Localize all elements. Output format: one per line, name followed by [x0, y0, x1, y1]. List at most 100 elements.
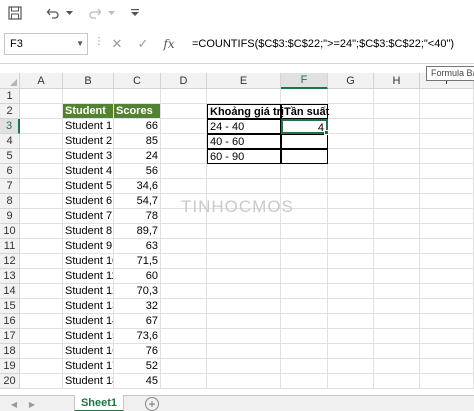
cell-f4[interactable]: [281, 134, 328, 149]
cell-b20[interactable]: Student 18: [63, 374, 114, 389]
cell-c20[interactable]: 45: [114, 374, 161, 389]
cell-i9[interactable]: [420, 209, 474, 224]
redo-icon[interactable]: [84, 2, 106, 24]
cell-h17[interactable]: [374, 329, 420, 344]
add-sheet-icon[interactable]: +: [145, 397, 159, 411]
name-box[interactable]: F3 ▼: [4, 33, 88, 55]
cell-b3[interactable]: Student 1: [63, 119, 114, 134]
cell-c17[interactable]: 73,6: [114, 329, 161, 344]
cell-h12[interactable]: [374, 254, 420, 269]
cell-d3[interactable]: [161, 119, 207, 134]
cell-e11[interactable]: [207, 239, 281, 254]
cell-a19[interactable]: [20, 359, 63, 374]
row-header-8[interactable]: 8: [0, 194, 20, 209]
cell-g16[interactable]: [328, 314, 374, 329]
undo-icon[interactable]: [42, 2, 64, 24]
cell-c2[interactable]: Scores: [114, 104, 161, 119]
cell-f20[interactable]: [281, 374, 328, 389]
column-header-g[interactable]: G: [328, 73, 374, 89]
cell-c15[interactable]: 32: [114, 299, 161, 314]
cell-b11[interactable]: Student 9: [63, 239, 114, 254]
cell-c3[interactable]: 66: [114, 119, 161, 134]
cell-b5[interactable]: Student 3: [63, 149, 114, 164]
cell-i15[interactable]: [420, 299, 474, 314]
row-header-12[interactable]: 12: [0, 254, 20, 269]
cell-c13[interactable]: 60: [114, 269, 161, 284]
cell-e1[interactable]: [207, 89, 281, 104]
cell-a10[interactable]: [20, 224, 63, 239]
cell-a13[interactable]: [20, 269, 63, 284]
cell-c14[interactable]: 70,3: [114, 284, 161, 299]
resize-handle-icon[interactable]: ⋮: [94, 36, 104, 47]
cell-g11[interactable]: [328, 239, 374, 254]
formula-input[interactable]: =COUNTIFS($C$3:$C$22;">=24";$C$3:$C$22;"…: [186, 33, 474, 55]
cell-g10[interactable]: [328, 224, 374, 239]
cell-f11[interactable]: [281, 239, 328, 254]
cell-i1[interactable]: [420, 89, 474, 104]
cell-f16[interactable]: [281, 314, 328, 329]
cell-b4[interactable]: Student 2: [63, 134, 114, 149]
cell-e12[interactable]: [207, 254, 281, 269]
select-all-button[interactable]: [0, 73, 20, 89]
cell-g4[interactable]: [328, 134, 374, 149]
cell-i4[interactable]: [420, 134, 474, 149]
row-header-9[interactable]: 9: [0, 209, 20, 224]
cell-a2[interactable]: [20, 104, 63, 119]
row-header-4[interactable]: 4: [0, 134, 20, 149]
cell-f14[interactable]: [281, 284, 328, 299]
cell-d5[interactable]: [161, 149, 207, 164]
cell-a5[interactable]: [20, 149, 63, 164]
cell-b13[interactable]: Student 11: [63, 269, 114, 284]
cell-g19[interactable]: [328, 359, 374, 374]
cell-i19[interactable]: [420, 359, 474, 374]
undo-dropdown-icon[interactable]: [64, 2, 74, 24]
cell-a15[interactable]: [20, 299, 63, 314]
column-header-h[interactable]: H: [374, 73, 420, 89]
cell-i10[interactable]: [420, 224, 474, 239]
cell-d18[interactable]: [161, 344, 207, 359]
cell-h6[interactable]: [374, 164, 420, 179]
cell-h10[interactable]: [374, 224, 420, 239]
cell-a16[interactable]: [20, 314, 63, 329]
cell-g5[interactable]: [328, 149, 374, 164]
row-header-19[interactable]: 19: [0, 359, 20, 374]
cell-a14[interactable]: [20, 284, 63, 299]
cell-b12[interactable]: Student 10: [63, 254, 114, 269]
cell-e15[interactable]: [207, 299, 281, 314]
cell-b14[interactable]: Student 12: [63, 284, 114, 299]
cell-f2[interactable]: Tần suất: [281, 104, 329, 119]
spreadsheet-grid[interactable]: ABCDEFGHI12StudentScoresKhoảng giá trịTầ…: [0, 73, 474, 395]
cell-b6[interactable]: Student 4: [63, 164, 114, 179]
cell-g12[interactable]: [328, 254, 374, 269]
cell-b17[interactable]: Student 15: [63, 329, 114, 344]
row-header-11[interactable]: 11: [0, 239, 20, 254]
cell-c10[interactable]: 89,7: [114, 224, 161, 239]
cell-i11[interactable]: [420, 239, 474, 254]
cell-e17[interactable]: [207, 329, 281, 344]
cell-f12[interactable]: [281, 254, 328, 269]
redo-dropdown-icon[interactable]: [106, 2, 116, 24]
cell-i5[interactable]: [420, 149, 474, 164]
cell-c16[interactable]: 67: [114, 314, 161, 329]
cell-a9[interactable]: [20, 209, 63, 224]
next-sheet-icon[interactable]: ▶: [26, 397, 38, 411]
column-header-a[interactable]: A: [20, 73, 63, 89]
cell-i7[interactable]: [420, 179, 474, 194]
cell-g18[interactable]: [328, 344, 374, 359]
cell-b9[interactable]: Student 7: [63, 209, 114, 224]
cell-f3[interactable]: 4: [281, 119, 328, 134]
cell-d13[interactable]: [161, 269, 207, 284]
cell-g15[interactable]: [328, 299, 374, 314]
cell-d15[interactable]: [161, 299, 207, 314]
cell-d14[interactable]: [161, 284, 207, 299]
row-header-7[interactable]: 7: [0, 179, 20, 194]
cell-c7[interactable]: 34,6: [114, 179, 161, 194]
cell-b16[interactable]: Student 14: [63, 314, 114, 329]
cell-g7[interactable]: [328, 179, 374, 194]
cell-i8[interactable]: [420, 194, 474, 209]
cell-g6[interactable]: [328, 164, 374, 179]
cell-b1[interactable]: [63, 89, 114, 104]
cell-b2[interactable]: Student: [63, 104, 114, 119]
cell-g8[interactable]: [328, 194, 374, 209]
cell-a4[interactable]: [20, 134, 63, 149]
